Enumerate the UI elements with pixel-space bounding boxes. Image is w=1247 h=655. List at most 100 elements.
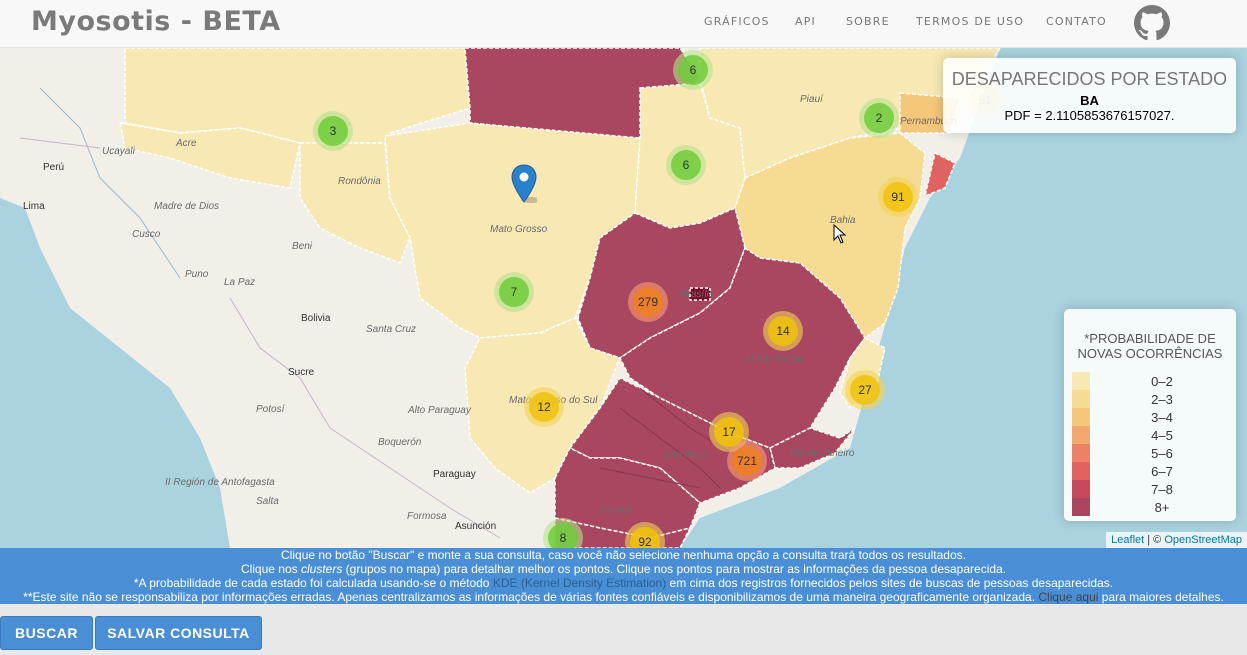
map-marker-icon[interactable] <box>511 164 537 204</box>
info-state: BA <box>1080 93 1099 108</box>
brand-title[interactable]: Myosotis - BETA <box>31 6 281 37</box>
legend-title-line2: NOVAS OCORRÊNCIAS <box>1077 346 1223 361</box>
label-santacruz: Santa Cruz <box>366 324 417 335</box>
legend-swatch <box>1072 462 1090 480</box>
legend-title: *PROBABILIDADE DE NOVAS OCORRÊNCIAS <box>1064 331 1236 361</box>
save-query-button[interactable]: SALVAR CONSULTA <box>95 616 262 650</box>
label-minas: Minas Gerais <box>746 354 805 365</box>
label-acre: Acre <box>176 138 197 149</box>
github-icon[interactable] <box>1134 5 1170 41</box>
legend-swatch <box>1072 390 1090 408</box>
cluster-marker[interactable]: 14 <box>763 311 803 351</box>
legend-label: 6–7 <box>1151 464 1173 479</box>
osm-link[interactable]: OpenStreetMap <box>1164 534 1242 546</box>
footer-clusters-word: clusters <box>300 562 343 576</box>
cluster-marker[interactable]: 3 <box>313 111 353 151</box>
legend-label: 7–8 <box>1151 482 1173 497</box>
cluster-count: 91 <box>883 182 913 212</box>
label-boqueron: Boquerón <box>378 437 422 448</box>
label-antofagasta: II Región de Antofagasta <box>165 477 275 488</box>
footer-text: para maiores detalhes. <box>1098 590 1224 604</box>
label-potosi: Potosí <box>256 404 285 415</box>
label-formosa: Formosa <box>407 511 447 522</box>
nav-contato[interactable]: CONTATO <box>1046 15 1107 28</box>
footer-line-4: **Este site não se responsabiliza por in… <box>0 590 1247 604</box>
legend-row: 6–7 <box>1072 462 1232 480</box>
legend-label: 5–6 <box>1151 446 1173 461</box>
legend-label: 4–5 <box>1151 428 1173 443</box>
legend-label: 8+ <box>1154 500 1170 515</box>
legend-swatch <box>1072 426 1090 444</box>
label-asuncion: Asunción <box>455 521 497 532</box>
map-attribution: Leaflet | © OpenStreetMap <box>1106 532 1247 548</box>
footer-text: (grupos no mapa) para detalhar melhor os… <box>342 562 1007 576</box>
legend-label: 0–2 <box>1151 374 1173 389</box>
legend-row: 5–6 <box>1072 444 1232 462</box>
cluster-count: 27 <box>850 375 880 405</box>
search-button[interactable]: BUSCAR <box>0 616 93 650</box>
legend-swatch <box>1072 480 1090 498</box>
info-footer: Clique no botão "Buscar" e monte a sua c… <box>0 548 1247 604</box>
label-piaui: Piauí <box>800 94 823 105</box>
footer-text: *A probabilidade de cada estado foi calc… <box>133 576 493 590</box>
footer-line-3: *A probabilidade de cada estado foi calc… <box>0 576 1247 590</box>
legend-row: 7–8 <box>1072 480 1232 498</box>
navbar: Myosotis - BETA GRÁFICOS API SOBRE TERMO… <box>0 0 1247 48</box>
label-peru: Perú <box>43 162 65 173</box>
cluster-count: 2 <box>864 103 894 133</box>
legend-title-line1: *PROBABILIDADE DE <box>1084 331 1216 346</box>
footer-line-2: Clique nos clusters (grupos no mapa) par… <box>0 562 1247 576</box>
cluster-marker[interactable]: 6 <box>666 145 706 185</box>
cluster-marker[interactable]: 27 <box>845 370 885 410</box>
cluster-marker[interactable]: 91 <box>878 177 918 217</box>
cluster-marker[interactable]: 279 <box>628 282 668 322</box>
legend-row: 2–3 <box>1072 390 1232 408</box>
nav-sobre[interactable]: SOBRE <box>846 15 890 28</box>
label-sucre: Sucre <box>288 367 315 378</box>
label-madre: Madre de Dios <box>154 201 220 212</box>
legend-label: 2–3 <box>1151 392 1173 407</box>
legend-row: 0–2 <box>1072 372 1232 390</box>
nav-graficos[interactable]: GRÁFICOS <box>704 15 770 28</box>
cluster-marker[interactable]: 7 <box>494 272 534 312</box>
legend-swatch <box>1072 372 1090 390</box>
legend-row: 4–5 <box>1072 426 1232 444</box>
legend-row: 3–4 <box>1072 408 1232 426</box>
cluster-marker[interactable]: 12 <box>524 387 564 427</box>
cluster-count: 721 <box>732 446 762 476</box>
label-bolivia: Bolivia <box>301 313 331 324</box>
nav-termos[interactable]: TERMOS DE USO <box>916 15 1024 28</box>
label-mato-grosso: Mato Grosso <box>490 224 548 235</box>
legend-swatch <box>1072 444 1090 462</box>
label-lapaz: La Paz <box>224 277 256 288</box>
label-rondonia: Rondônia <box>338 176 381 187</box>
footer-text: **Este site não se responsabiliza por in… <box>23 590 1039 604</box>
footer-text: Clique nos <box>240 562 301 576</box>
label-beni: Beni <box>292 241 313 252</box>
cluster-marker[interactable]: 6 <box>673 50 713 90</box>
legend-swatch <box>1072 498 1090 516</box>
cluster-count: 279 <box>633 287 663 317</box>
cluster-count: 12 <box>529 392 559 422</box>
label-lima: Lima <box>23 201 45 212</box>
leaflet-link[interactable]: Leaflet <box>1111 534 1144 546</box>
nav-api[interactable]: API <box>795 15 816 28</box>
map[interactable]: Acre Rondônia Mato Grosso Piauí Pernambu… <box>0 48 1247 548</box>
cluster-marker[interactable]: 2 <box>859 98 899 138</box>
cluster-count: 6 <box>671 150 701 180</box>
legend-row: 8+ <box>1072 498 1232 516</box>
info-panel: DESAPARECIDOS POR ESTADO BA PDF = 2.1105… <box>943 58 1236 133</box>
details-link[interactable]: Clique aqui <box>1038 590 1098 604</box>
cluster-count: 92 <box>630 527 660 548</box>
kde-link[interactable]: KDE (Kernel Density Estimation) <box>493 576 666 590</box>
label-parana: Paraná <box>600 505 633 516</box>
label-brasilia: Brasília <box>681 289 715 300</box>
legend-label: 3–4 <box>1151 410 1173 425</box>
label-sao-paulo: São Paulo <box>664 450 711 461</box>
mouse-cursor-icon <box>833 224 847 244</box>
label-rio: Rio de Janeiro <box>790 448 855 459</box>
cluster-marker[interactable]: 721 <box>727 441 767 481</box>
cluster-count: 14 <box>768 316 798 346</box>
label-puno: Puno <box>185 269 209 280</box>
cluster-count: 3 <box>318 116 348 146</box>
